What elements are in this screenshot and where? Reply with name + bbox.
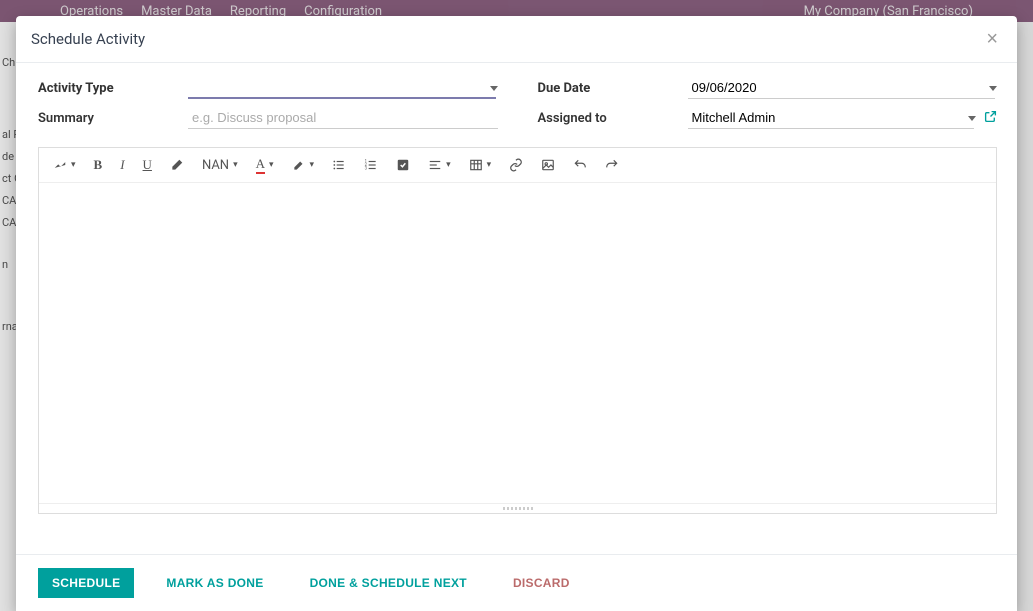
schedule-button[interactable]: SCHEDULE <box>38 568 134 598</box>
caret-down-icon[interactable] <box>490 86 498 91</box>
due-date-input[interactable] <box>688 77 996 99</box>
field-activity-type: Activity Type <box>38 77 498 99</box>
svg-text:3: 3 <box>365 166 368 171</box>
font-size-label: NAN <box>202 158 229 173</box>
field-assigned-to: Assigned to <box>538 107 998 129</box>
modal-overlay: Schedule Activity × Activity Type <box>0 0 1033 611</box>
underline-icon[interactable]: U <box>143 157 152 173</box>
modal-title: Schedule Activity <box>31 30 145 48</box>
checklist-icon[interactable] <box>396 158 410 172</box>
image-icon[interactable] <box>541 158 555 172</box>
form-grid: Activity Type Summary <box>38 77 997 129</box>
field-summary: Summary <box>38 107 498 129</box>
modal-header: Schedule Activity × <box>16 16 1017 63</box>
text-color-icon[interactable]: A ▾ <box>256 156 274 174</box>
resize-handle[interactable] <box>39 503 996 513</box>
external-link-icon[interactable] <box>984 110 997 126</box>
italic-icon[interactable]: I <box>120 157 124 173</box>
rich-text-editor: ▾ B I U NAN ▾ A ▾ <box>38 147 997 514</box>
modal-footer: SCHEDULE MARK AS DONE DONE & SCHEDULE NE… <box>16 554 1017 611</box>
ordered-list-icon[interactable]: 123 <box>364 158 378 172</box>
assigned-to-label: Assigned to <box>538 111 688 126</box>
close-button[interactable]: × <box>982 29 1002 49</box>
form-col-right: Due Date Assigned to <box>538 77 998 129</box>
activity-type-input[interactable] <box>188 77 496 99</box>
done-schedule-next-button[interactable]: DONE & SCHEDULE NEXT <box>296 568 481 598</box>
field-due-date: Due Date <box>538 77 998 99</box>
summary-label: Summary <box>38 111 188 126</box>
caret-down-icon[interactable] <box>989 86 997 91</box>
style-picker-icon[interactable]: ▾ <box>53 158 76 172</box>
modal-body: Activity Type Summary <box>16 63 1017 554</box>
editor-toolbar: ▾ B I U NAN ▾ A ▾ <box>39 148 996 183</box>
mark-as-done-button[interactable]: MARK AS DONE <box>152 568 277 598</box>
due-date-label: Due Date <box>538 81 688 96</box>
discard-button[interactable]: DISCARD <box>499 568 584 598</box>
font-size-picker[interactable]: NAN ▾ <box>202 158 238 173</box>
editor-content[interactable] <box>39 183 996 503</box>
caret-down-icon[interactable] <box>968 116 976 121</box>
summary-input[interactable] <box>188 107 498 129</box>
assigned-to-input[interactable] <box>688 107 975 129</box>
activity-type-label: Activity Type <box>38 81 188 96</box>
schedule-activity-modal: Schedule Activity × Activity Type <box>16 16 1017 611</box>
align-icon[interactable]: ▾ <box>428 158 451 172</box>
redo-icon[interactable] <box>605 158 619 172</box>
link-icon[interactable] <box>509 158 523 172</box>
highlight-color-icon[interactable]: ▾ <box>292 158 315 172</box>
bold-icon[interactable]: B <box>94 157 103 173</box>
eraser-icon[interactable] <box>170 158 184 172</box>
form-col-left: Activity Type Summary <box>38 77 498 129</box>
undo-icon[interactable] <box>573 158 587 172</box>
table-icon[interactable]: ▾ <box>469 158 492 172</box>
unordered-list-icon[interactable] <box>332 158 346 172</box>
